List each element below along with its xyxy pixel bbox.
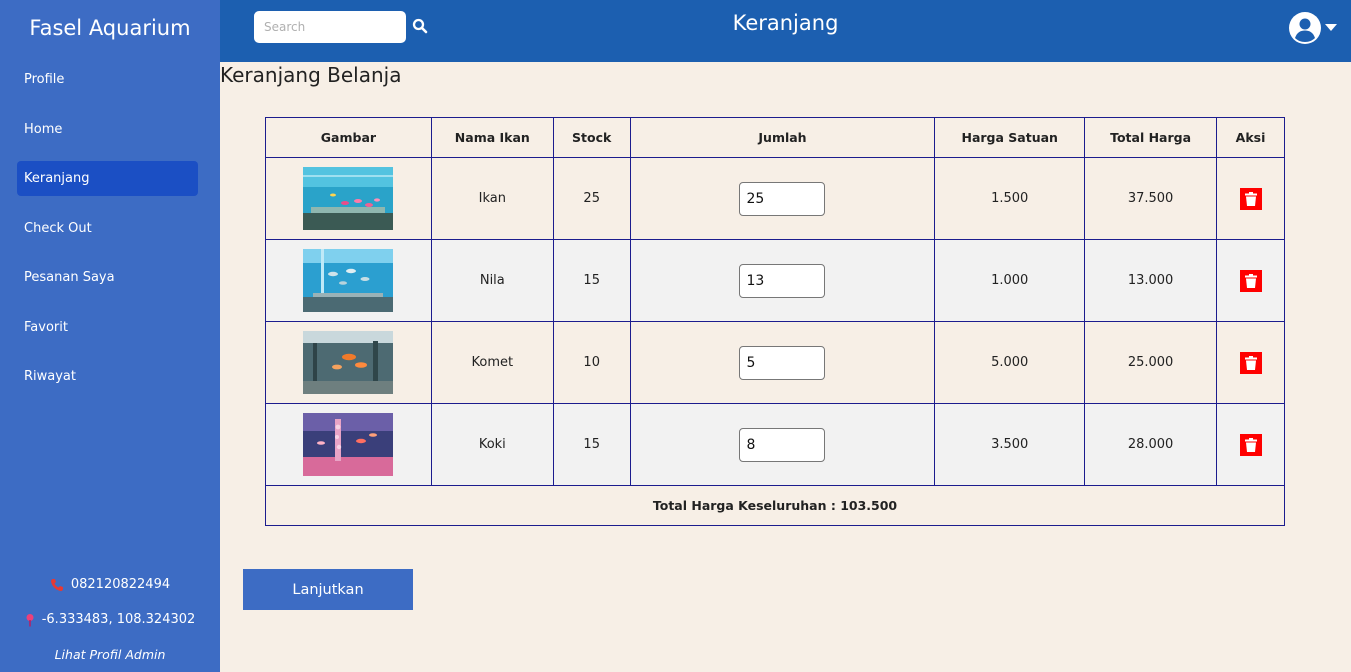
cell-total-price: 13.000 xyxy=(1084,239,1217,322)
cell-fish-name: Nila xyxy=(430,239,554,322)
cell-stock: 10 xyxy=(552,321,631,404)
cell-action xyxy=(1216,403,1285,486)
sidebar-item-keranjang[interactable]: Keranjang xyxy=(17,161,198,196)
top-header: Keranjang xyxy=(220,0,1351,62)
delete-button[interactable] xyxy=(1239,433,1262,456)
user-circle-icon[interactable] xyxy=(1288,11,1322,45)
cell-image xyxy=(265,321,432,404)
sidebar: Fasel Aquarium Profile Home Keranjang Ch… xyxy=(0,0,220,672)
cell-image xyxy=(265,239,432,322)
user-menu[interactable] xyxy=(1288,11,1337,45)
cell-stock: 15 xyxy=(552,403,631,486)
quantity-input[interactable] xyxy=(739,181,826,216)
column-header-gambar: Gambar xyxy=(265,117,432,158)
column-header-total-harga: Total Harga xyxy=(1084,117,1217,158)
table-row: Komet 10 5.000 25.000 xyxy=(265,321,1285,404)
column-header-nama-ikan: Nama Ikan xyxy=(430,117,554,158)
aquarium-photo xyxy=(303,331,394,394)
map-pin-icon xyxy=(26,613,34,626)
aquarium-photo xyxy=(303,413,394,476)
cell-fish-name: Koki xyxy=(430,403,554,486)
cell-action xyxy=(1216,321,1285,404)
contact-phone: 082120822494 xyxy=(0,567,220,602)
sidebar-item-profile[interactable]: Profile xyxy=(17,62,198,97)
table-row: Koki 15 3.500 28.000 xyxy=(265,403,1285,486)
cell-fish-name: Ikan xyxy=(430,157,554,240)
cell-unit-price: 1.000 xyxy=(934,239,1086,322)
quantity-input[interactable] xyxy=(739,345,826,380)
phone-icon xyxy=(50,578,63,591)
column-header-jumlah: Jumlah xyxy=(629,117,936,158)
column-header-aksi: Aksi xyxy=(1216,117,1285,158)
cell-quantity xyxy=(629,403,936,486)
cell-total-price: 25.000 xyxy=(1084,321,1217,404)
aquarium-photo xyxy=(303,249,394,312)
sidebar-item-favorit[interactable]: Favorit xyxy=(17,310,198,345)
cell-unit-price: 3.500 xyxy=(934,403,1086,486)
trash-icon xyxy=(1244,191,1257,206)
cell-action xyxy=(1216,157,1285,240)
grand-total: Total Harga Keseluruhan : 103.500 xyxy=(265,485,1285,526)
sidebar-item-home[interactable]: Home xyxy=(17,112,198,147)
cell-total-price: 28.000 xyxy=(1084,403,1217,486)
sidebar-item-riwayat[interactable]: Riwayat xyxy=(17,359,198,394)
cell-quantity xyxy=(629,321,936,404)
cell-quantity xyxy=(629,157,936,240)
table-row: Ikan 25 1.500 37.500 xyxy=(265,157,1285,240)
contact-location: -6.333483, 108.324302 xyxy=(0,602,220,637)
aquarium-photo xyxy=(303,167,394,230)
brand-title: Fasel Aquarium xyxy=(29,16,191,40)
admin-profile-link[interactable]: Lihat Profil Admin xyxy=(0,637,220,672)
cell-quantity xyxy=(629,239,936,322)
quantity-input[interactable] xyxy=(739,263,826,298)
sidebar-contact: 082120822494 -6.333483, 108.324302 Lihat… xyxy=(0,567,220,672)
table-header-row: Gambar Nama Ikan Stock Jumlah Harga Satu… xyxy=(265,117,1285,158)
column-header-stock: Stock xyxy=(552,117,631,158)
search-icon[interactable] xyxy=(412,18,428,34)
cell-action xyxy=(1216,239,1285,322)
cell-stock: 15 xyxy=(552,239,631,322)
cell-image xyxy=(265,403,432,486)
column-header-harga-satuan: Harga Satuan xyxy=(934,117,1086,158)
continue-button[interactable]: Lanjutkan xyxy=(243,569,413,610)
page-title: Keranjang Belanja xyxy=(220,63,402,87)
search-input[interactable] xyxy=(254,11,406,43)
trash-icon xyxy=(1244,273,1257,288)
cell-image xyxy=(265,157,432,240)
table-footer-row: Total Harga Keseluruhan : 103.500 xyxy=(265,485,1285,526)
cell-unit-price: 1.500 xyxy=(934,157,1086,240)
delete-button[interactable] xyxy=(1239,269,1262,292)
sidebar-nav: Profile Home Keranjang Check Out Pesanan… xyxy=(0,62,220,394)
sidebar-item-check-out[interactable]: Check Out xyxy=(17,211,198,246)
delete-button[interactable] xyxy=(1239,187,1262,210)
trash-icon xyxy=(1244,437,1257,452)
cell-stock: 25 xyxy=(552,157,631,240)
contact-phone-text: 082120822494 xyxy=(70,577,171,592)
contact-location-text: -6.333483, 108.324302 xyxy=(41,612,196,627)
cell-total-price: 37.500 xyxy=(1084,157,1217,240)
quantity-input[interactable] xyxy=(739,427,826,462)
cell-unit-price: 5.000 xyxy=(934,321,1086,404)
table-row: Nila 15 1.000 13.000 xyxy=(265,239,1285,322)
caret-down-icon[interactable] xyxy=(1325,24,1337,32)
delete-button[interactable] xyxy=(1239,351,1262,374)
sidebar-item-pesanan-saya[interactable]: Pesanan Saya xyxy=(17,260,198,295)
cell-fish-name: Komet xyxy=(430,321,554,404)
trash-icon xyxy=(1244,355,1257,370)
cart-table: Gambar Nama Ikan Stock Jumlah Harga Satu… xyxy=(265,117,1285,526)
